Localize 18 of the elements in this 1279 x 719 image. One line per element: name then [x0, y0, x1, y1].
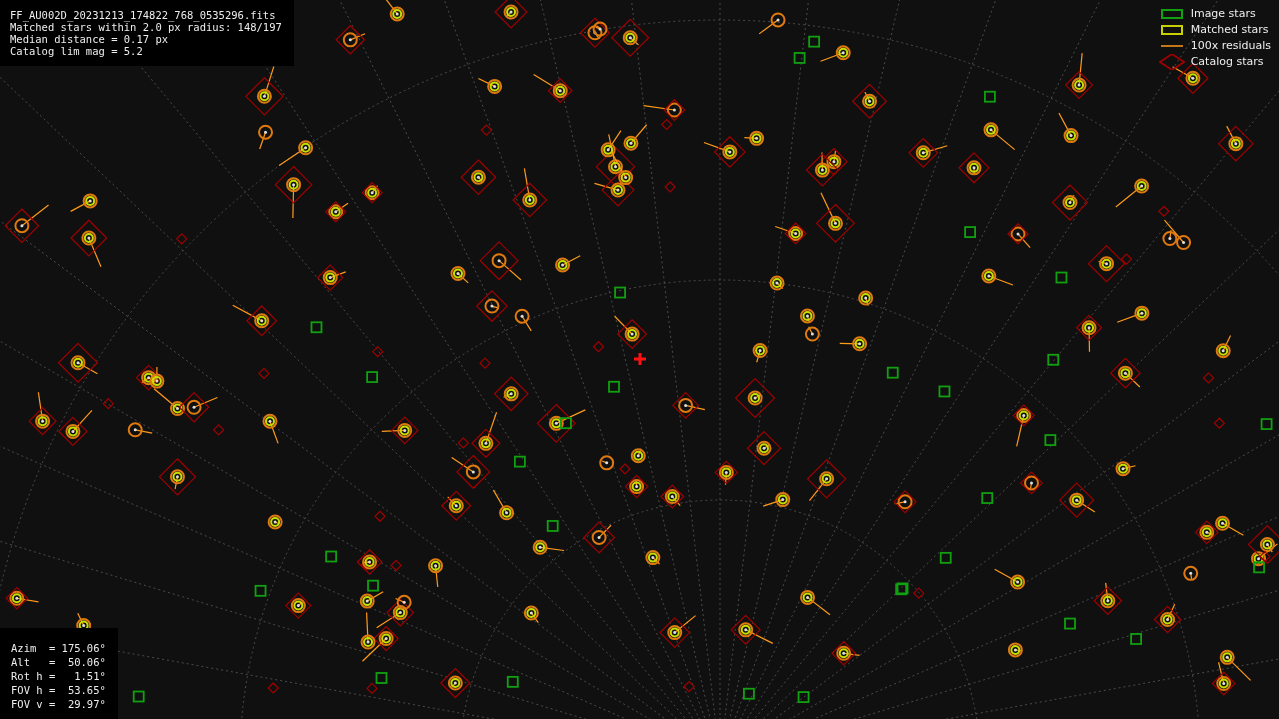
square-icon: [1158, 22, 1185, 38]
pointing-info-line: FOV h = 53.65°: [11, 683, 106, 697]
line-icon: [1160, 45, 1183, 47]
pointing-info-line: Alt = 50.06°: [11, 655, 106, 669]
legend-label: Image stars: [1190, 5, 1256, 22]
center-cross-icon: [634, 353, 646, 365]
file-info-line: Catalog lim mag = 5.2: [10, 45, 144, 57]
square-icon: [1158, 6, 1185, 22]
file-info-line: FF_AU002D_20231213_174822_768_0535296.fits: [10, 9, 277, 21]
file-info-line: Median distance = 0.17 px: [10, 33, 170, 45]
legend-label: 100x residuals: [1190, 37, 1271, 54]
diamond-icon: [1158, 54, 1185, 70]
file-info-line: Matched stars within 2.0 px radius: 148/197: [10, 21, 282, 33]
pointing-info-line: Azim = 175.06°: [11, 641, 106, 655]
legend-label: Catalog stars: [1190, 53, 1264, 70]
pointing-info-line: Rot h = 1.51°: [11, 669, 106, 683]
legend-label: Matched stars: [1190, 21, 1269, 38]
pointing-info-line: FOV v = 29.97°: [11, 697, 106, 711]
